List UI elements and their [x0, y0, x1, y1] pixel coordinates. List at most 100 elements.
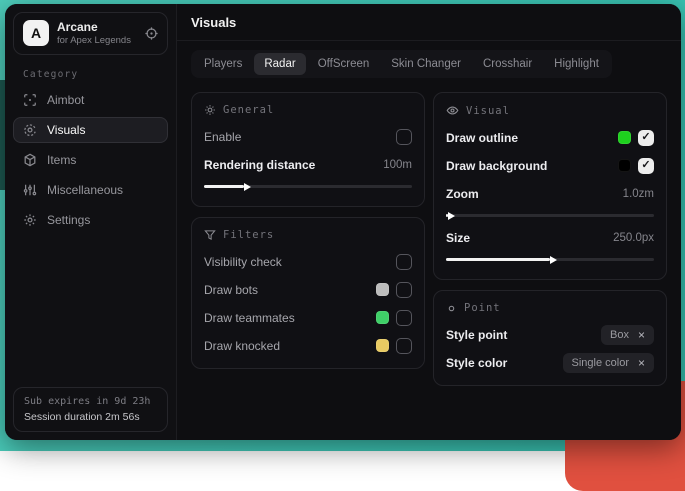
setting-label: Draw bots	[204, 283, 258, 297]
rendering-distance-slider[interactable]	[204, 180, 412, 192]
size-slider[interactable]	[446, 253, 654, 265]
setting-row-style-color: Style color Single color ×	[446, 351, 654, 374]
color-swatch[interactable]	[376, 339, 389, 352]
tab-crosshair[interactable]: Crosshair	[473, 53, 542, 75]
color-swatch[interactable]	[376, 311, 389, 324]
setting-label: Zoom	[446, 187, 479, 201]
setting-row-visibility-check: Visibility check	[204, 250, 412, 273]
remove-icon[interactable]: ×	[638, 329, 645, 341]
slider-track	[446, 214, 654, 217]
app-window: A Arcane for Apex Legends Category	[5, 4, 681, 440]
setting-row-rendering-distance: Rendering distance 100m	[204, 153, 412, 176]
panel-filters-header: Filters	[204, 229, 412, 241]
radar-icon	[23, 123, 37, 137]
slider-fill[interactable]	[204, 185, 244, 188]
sidebar-item-label: Settings	[47, 213, 90, 227]
sidebar-item-miscellaneous[interactable]: Miscellaneous	[13, 177, 168, 203]
panel-point: Point Style point Box × Style color Sing…	[433, 290, 667, 386]
panel-visual: Visual Draw outline ✓ Draw background	[433, 92, 667, 280]
setting-label: Draw knocked	[204, 339, 280, 353]
app-header-card: A Arcane for Apex Legends	[13, 12, 168, 55]
remove-icon[interactable]: ×	[638, 357, 645, 369]
tab-players[interactable]: Players	[194, 53, 252, 75]
draw-bots-checkbox[interactable]	[396, 282, 412, 298]
tag-label: Single color	[572, 357, 629, 369]
sidebar-item-aimbot[interactable]: Aimbot	[13, 87, 168, 113]
panel-point-header: Point	[446, 302, 654, 314]
setting-row-draw-outline: Draw outline ✓	[446, 126, 654, 149]
draw-background-checkbox[interactable]: ✓	[638, 158, 654, 174]
setting-row-size: Size 250.0px	[446, 226, 654, 249]
tab-skin-changer[interactable]: Skin Changer	[381, 53, 471, 75]
tab-bar: Players Radar OffScreen Skin Changer Cro…	[191, 50, 612, 78]
panel-title: Point	[464, 302, 501, 314]
panel-title: General	[223, 104, 274, 116]
panel-visual-header: Visual	[446, 104, 654, 117]
slider-fill[interactable]	[446, 214, 448, 217]
sidebar-item-visuals[interactable]: Visuals	[13, 117, 168, 143]
dot-icon	[446, 303, 457, 314]
app-subtitle: for Apex Legends	[57, 35, 137, 47]
sidebar-item-label: Aimbot	[47, 93, 84, 107]
main-header: Visuals	[177, 4, 681, 41]
app-meta: Arcane for Apex Legends	[57, 20, 137, 47]
style-color-tag[interactable]: Single color ×	[563, 353, 655, 373]
setting-label: Enable	[204, 130, 241, 144]
setting-row-zoom: Zoom 1.0zm	[446, 182, 654, 205]
gear-icon	[23, 213, 37, 227]
sidebar: A Arcane for Apex Legends Category	[5, 4, 177, 440]
setting-label: Style color	[446, 356, 507, 370]
content-grid: General Enable Rendering distance 100m	[177, 82, 681, 396]
session-duration-text: Session duration 2m 56s	[24, 411, 157, 423]
app-logo: A	[23, 20, 49, 46]
enable-checkbox[interactable]	[396, 129, 412, 145]
eye-icon	[446, 104, 459, 117]
sliders-icon	[23, 183, 37, 197]
category-label: Category	[23, 69, 158, 80]
sidebar-item-items[interactable]: Items	[13, 147, 168, 173]
draw-knocked-checkbox[interactable]	[396, 338, 412, 354]
app-name: Arcane	[57, 20, 137, 35]
setting-label: Draw teammates	[204, 311, 295, 325]
panel-title: Filters	[223, 229, 274, 241]
sub-expires-text: Sub expires in 9d 23h	[24, 396, 157, 407]
setting-value: 100m	[383, 159, 412, 171]
draw-outline-checkbox[interactable]: ✓	[638, 130, 654, 146]
target-icon[interactable]	[145, 27, 158, 40]
sidebar-item-label: Visuals	[47, 123, 85, 137]
setting-label: Rendering distance	[204, 158, 315, 172]
tab-radar[interactable]: Radar	[254, 53, 305, 75]
page-title: Visuals	[191, 15, 667, 30]
setting-row-draw-background: Draw background ✓	[446, 154, 654, 177]
sun-icon	[204, 104, 216, 116]
setting-label: Draw background	[446, 159, 547, 173]
panel-general: General Enable Rendering distance 100m	[191, 92, 425, 207]
zoom-slider[interactable]	[446, 209, 654, 221]
style-point-tag[interactable]: Box ×	[601, 325, 654, 345]
panel-filters: Filters Visibility check Draw bots	[191, 217, 425, 369]
color-swatch[interactable]	[618, 131, 631, 144]
tag-label: Box	[610, 329, 629, 341]
setting-row-style-point: Style point Box ×	[446, 323, 654, 346]
draw-teammates-checkbox[interactable]	[396, 310, 412, 326]
box-icon	[23, 153, 37, 167]
color-swatch[interactable]	[376, 283, 389, 296]
slider-fill[interactable]	[446, 258, 550, 261]
main-area: Visuals Players Radar OffScreen Skin Cha…	[177, 4, 681, 440]
sidebar-item-label: Items	[47, 153, 76, 167]
setting-row-draw-teammates: Draw teammates	[204, 306, 412, 329]
setting-label: Size	[446, 231, 470, 245]
color-swatch[interactable]	[618, 159, 631, 172]
visibility-check-checkbox[interactable]	[396, 254, 412, 270]
setting-row-enable: Enable	[204, 125, 412, 148]
tab-highlight[interactable]: Highlight	[544, 53, 609, 75]
tab-offscreen[interactable]: OffScreen	[308, 53, 380, 75]
sidebar-item-settings[interactable]: Settings	[13, 207, 168, 233]
setting-value: 250.0px	[613, 232, 654, 244]
setting-row-draw-knocked: Draw knocked	[204, 334, 412, 357]
setting-label: Draw outline	[446, 131, 518, 145]
panel-general-header: General	[204, 104, 412, 116]
setting-row-draw-bots: Draw bots	[204, 278, 412, 301]
setting-value: 1.0zm	[623, 188, 654, 200]
setting-label: Visibility check	[204, 255, 282, 269]
